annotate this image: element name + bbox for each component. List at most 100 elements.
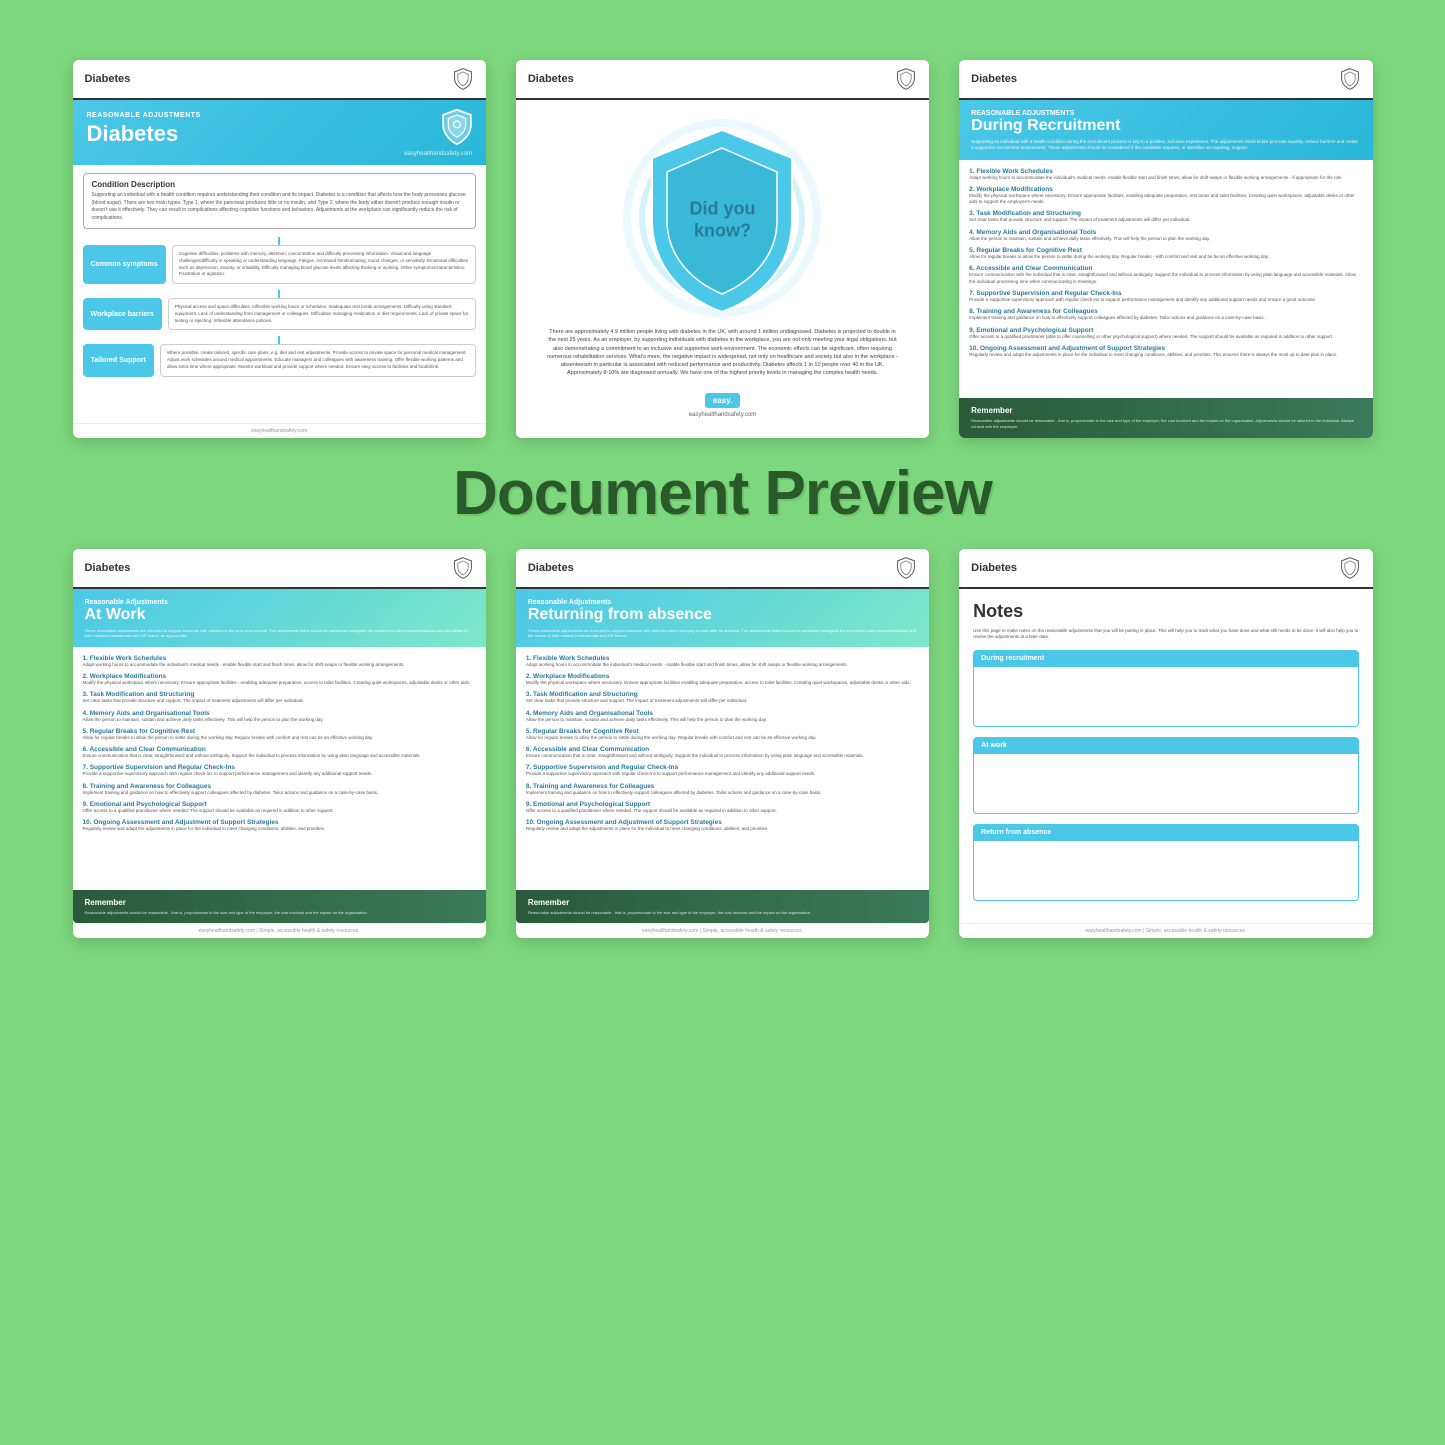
- list-item: 4. Memory Aids and Organisational ToolsA…: [526, 710, 919, 723]
- did-you-know-text-overlay: Did you know?: [662, 198, 782, 241]
- list-item: 4. Memory Aids and Organisational ToolsA…: [83, 710, 476, 723]
- list-item-text: Set clear tasks that provide structure a…: [526, 698, 919, 704]
- page2-header-title: Diabetes: [528, 73, 574, 85]
- list-item: 2. Workplace ModificationsModify the phy…: [526, 673, 919, 686]
- page1-hero-site: easyhealthandsafety.com: [87, 151, 472, 157]
- page1-hero-shield-icon: [438, 108, 476, 146]
- page1-header-title: Diabetes: [85, 73, 131, 85]
- page2-site: easyhealthandsafety.com: [689, 412, 757, 418]
- page4-footer: easyhealthandsafety.com | Simple, access…: [73, 923, 486, 938]
- list-item-text: Modify the physical workspace where nece…: [526, 680, 919, 686]
- page4-header-title: Diabetes: [85, 562, 131, 574]
- page6-subtitle: Use this page to make notes on the reaso…: [973, 628, 1358, 641]
- notes-section-return: Return from absence: [973, 824, 1358, 901]
- list-item-text: Provide a supportive supervisory approac…: [83, 771, 476, 777]
- tailored-support-content: Where possible, create tailored, specifi…: [160, 344, 476, 376]
- list-item-text: Adapt working hours to accommodate the i…: [83, 662, 476, 668]
- condition-description-box: Condition Description Supporting an indi…: [83, 173, 476, 229]
- page-1-card: Diabetes Reasonable Adjustments Diabetes…: [73, 60, 486, 438]
- list-item-title: 3. Task Modification and Structuring: [83, 691, 476, 698]
- connector-3: [278, 336, 280, 344]
- condition-desc-text: Supporting an individual with a health c…: [92, 192, 467, 222]
- list-item-title: 7. Supportive Supervision and Regular Ch…: [969, 290, 1362, 297]
- list-item: 7. Supportive Supervision and Regular Ch…: [969, 290, 1362, 303]
- page4-header: Diabetes: [73, 549, 486, 589]
- page5-remember-label: Remember: [528, 898, 917, 907]
- notes-section-work-box[interactable]: [973, 754, 1358, 814]
- page6-shield-icon: [1339, 557, 1361, 579]
- tailored-support-text: Where possible, create tailored, specifi…: [167, 350, 469, 370]
- list-item: 9. Emotional and Psychological SupportOf…: [969, 327, 1362, 340]
- list-item: 10. Ongoing Assessment and Adjustment of…: [526, 819, 919, 832]
- notes-section-recruitment-box[interactable]: [973, 667, 1358, 727]
- list-item: 7. Supportive Supervision and Regular Ch…: [526, 764, 919, 777]
- list-item-text: Implement training and guidance on how t…: [969, 315, 1362, 321]
- list-item: 6. Accessible and Clear CommunicationEns…: [969, 265, 1362, 285]
- page5-footer: easyhealthandsafety.com | Simple, access…: [516, 923, 929, 938]
- list-item-text: Modify the physical workspace where nece…: [83, 680, 476, 686]
- notes-section-return-box[interactable]: [973, 841, 1358, 901]
- list-item-text: Set clear tasks that provide structure a…: [83, 698, 476, 704]
- did-you-know-shield: Did you know?: [622, 120, 822, 320]
- list-item-title: 8. Training and Awareness for Colleagues: [969, 308, 1362, 315]
- page4-hero-title: At Work: [85, 606, 474, 624]
- list-item: 2. Workplace ModificationsModify the phy…: [969, 186, 1362, 206]
- page-4-card: Diabetes Reasonable Adjustments At Work …: [73, 549, 486, 939]
- page3-header-title: Diabetes: [971, 73, 1017, 85]
- page4-hero-text: These reasonable adjustments are intende…: [85, 628, 474, 639]
- list-item-title: 4. Memory Aids and Organisational Tools: [83, 710, 476, 717]
- document-grid-row2: Diabetes Reasonable Adjustments At Work …: [73, 549, 1373, 939]
- list-item-title: 3. Task Modification and Structuring: [526, 691, 919, 698]
- list-item-title: 6. Accessible and Clear Communication: [83, 746, 476, 753]
- page3-remember-text: Reasonable adjustments should be reasona…: [971, 418, 1360, 429]
- page3-hero-text: Supporting an individual with a health c…: [971, 139, 1360, 152]
- list-item-text: Regularly review and adapt the adjustmen…: [526, 826, 919, 832]
- list-item-title: 6. Accessible and Clear Communication: [526, 746, 919, 753]
- section-row-barriers: Workplace barriers Physical access and s…: [83, 298, 476, 330]
- list-item-text: Allow for regular breaks to allow the pe…: [969, 254, 1362, 260]
- list-item-text: Set clear tasks that provide structure a…: [969, 217, 1362, 223]
- page6-header: Diabetes: [959, 549, 1372, 589]
- list-item-title: 10. Ongoing Assessment and Adjustment of…: [83, 819, 476, 826]
- list-item-title: 7. Supportive Supervision and Regular Ch…: [526, 764, 919, 771]
- list-item: 2. Workplace ModificationsModify the phy…: [83, 673, 476, 686]
- list-item: 8. Training and Awareness for Colleagues…: [526, 783, 919, 796]
- list-item-text: Allow the person to maintain, sustain an…: [526, 717, 919, 723]
- page5-remember-footer: Remember Reasonable adjustments should b…: [516, 890, 929, 924]
- page1-footer: easyhealthandsafety.com: [73, 423, 486, 438]
- page1-shield-icon: [452, 68, 474, 90]
- notes-section-recruitment-header: During recruitment: [973, 650, 1358, 667]
- page1-body: Condition Description Supporting an indi…: [73, 165, 486, 423]
- list-item-title: 2. Workplace Modifications: [83, 673, 476, 680]
- notes-section-work-header: At work: [973, 737, 1358, 754]
- page6-title: Notes: [973, 601, 1358, 622]
- list-item-text: Allow for regular breaks to allow the pe…: [83, 735, 476, 741]
- page5-hero: Reasonable Adjustments Returning from ab…: [516, 589, 929, 647]
- list-item-title: 4. Memory Aids and Organisational Tools: [969, 229, 1362, 236]
- page5-hero-title: Returning from absence: [528, 606, 917, 624]
- page3-hero-title: During Recruitment: [971, 117, 1360, 135]
- page2-shield-icon: [895, 68, 917, 90]
- page5-hero-label: Reasonable Adjustments: [528, 599, 917, 606]
- workplace-barriers-label-box: Workplace barriers: [83, 298, 162, 330]
- list-item: 6. Accessible and Clear CommunicationEns…: [526, 746, 919, 759]
- list-item-text: Regularly review and adapt the adjustmen…: [969, 352, 1362, 358]
- list-item-title: 10. Ongoing Assessment and Adjustment of…: [526, 819, 919, 826]
- page4-shield-icon: [452, 557, 474, 579]
- list-item-title: 9. Emotional and Psychological Support: [969, 327, 1362, 334]
- page3-remember-label: Remember: [971, 406, 1360, 415]
- list-item-text: Adapt working hours to accommodate the i…: [969, 175, 1362, 181]
- list-item: 10. Ongoing Assessment and Adjustment of…: [969, 345, 1362, 358]
- list-item-text: Offer access to a qualified practitioner…: [83, 808, 476, 814]
- list-item-text: Provide a supportive supervisory approac…: [969, 297, 1362, 303]
- page4-body: 1. Flexible Work SchedulesAdapt working …: [73, 647, 486, 890]
- page6-header-title: Diabetes: [971, 562, 1017, 574]
- notes-section-recruitment: During recruitment: [973, 650, 1358, 727]
- page2-logo-badge: easy.: [705, 393, 740, 408]
- document-grid: Diabetes Reasonable Adjustments Diabetes…: [73, 60, 1373, 438]
- section-row-symptoms: Common symptoms Cognitive difficulties, …: [83, 245, 476, 284]
- list-item-title: 5. Regular Breaks for Cognitive Rest: [969, 247, 1362, 254]
- page1-hero-label: Reasonable Adjustments: [87, 112, 472, 119]
- page5-shield-icon: [895, 557, 917, 579]
- page6-footer: easyhealthandsafety.com | Simple, access…: [959, 923, 1372, 938]
